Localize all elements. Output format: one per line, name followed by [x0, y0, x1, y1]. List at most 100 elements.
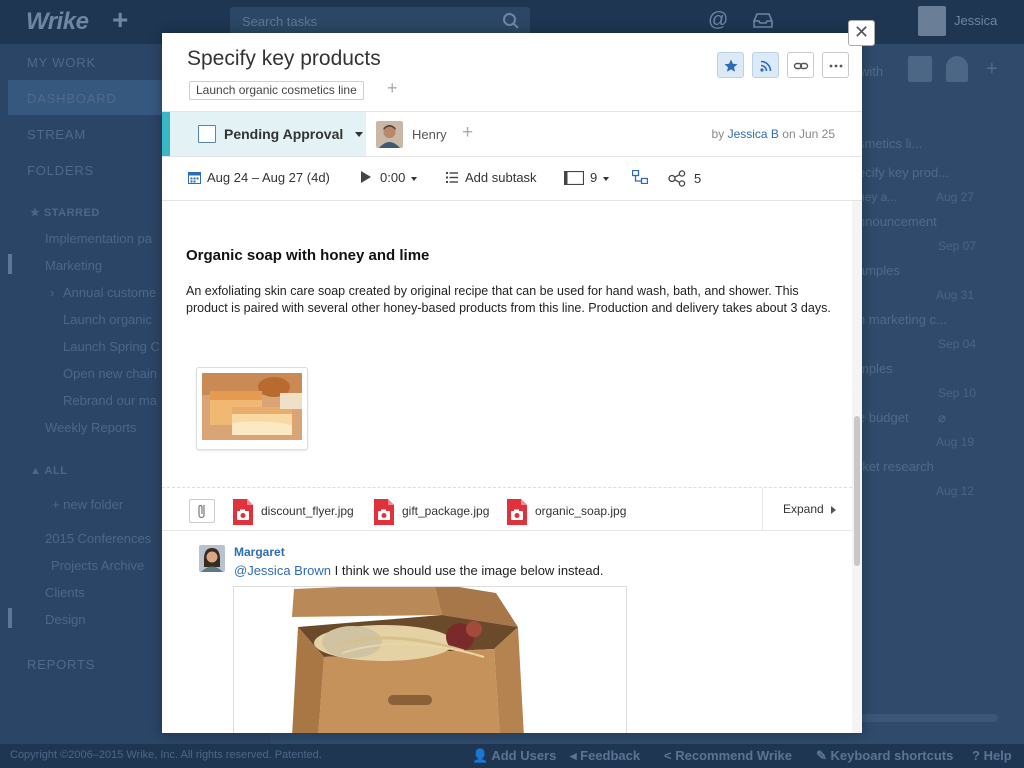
share-label: with: [860, 64, 884, 79]
sidebar-folder[interactable]: Launch Spring C: [63, 339, 160, 354]
task-title[interactable]: nnouncement: [858, 214, 937, 229]
task-title[interactable]: ney a...: [858, 190, 897, 204]
star-button[interactable]: [717, 52, 744, 78]
sidebar-folder[interactable]: Annual custome: [63, 285, 156, 300]
new-folder-button[interactable]: + new folder: [52, 497, 123, 512]
commenter-avatar[interactable]: [199, 545, 225, 572]
sidebar-item-my-work[interactable]: MY WORK: [27, 55, 96, 70]
task-title[interactable]: rket research: [858, 459, 934, 474]
task-title[interactable]: mples: [858, 361, 893, 376]
image-file-icon: [374, 499, 394, 525]
shared-user-avatar[interactable]: [946, 56, 968, 82]
folder-marker: [8, 254, 12, 274]
add-folder-button[interactable]: +: [387, 78, 398, 99]
share-icon: <: [664, 748, 676, 763]
expand-attachments-button[interactable]: Expand: [762, 488, 852, 531]
scrollbar-thumb[interactable]: [854, 416, 860, 566]
chevron-down-icon: [355, 132, 363, 137]
task-title[interactable]: n marketing c...: [858, 312, 947, 327]
sidebar-folder[interactable]: 2015 Conferences: [45, 531, 151, 546]
more-actions-button[interactable]: [822, 52, 849, 78]
feedback-link[interactable]: ◂ Feedback: [570, 748, 640, 764]
sidebar-folder[interactable]: Design: [45, 612, 85, 627]
mention-link[interactable]: @Jessica Brown: [234, 563, 331, 578]
chevron-down-icon: [603, 176, 610, 181]
subtasks-dropdown[interactable]: 9: [563, 170, 610, 186]
help-link[interactable]: ? Help: [972, 748, 1012, 763]
add-subtask-button[interactable]: Add subtask: [446, 170, 537, 185]
sidebar-item-stream[interactable]: STREAM: [27, 127, 86, 142]
shared-user-avatar[interactable]: [908, 56, 932, 82]
task-date: Sep 04: [938, 337, 977, 351]
sidebar-folder[interactable]: Clients: [45, 585, 85, 600]
dependencies-button[interactable]: [631, 169, 649, 185]
sidebar-folder[interactable]: Launch organic: [63, 312, 152, 327]
copyright-text: Copyright ©2006–2015 Wrike, Inc. All rig…: [10, 749, 322, 761]
folder-tag[interactable]: Launch organic cosmetics line: [189, 81, 364, 100]
all-header[interactable]: ▲ ALL: [30, 465, 67, 477]
task-title[interactable]: ecify key prod...: [858, 165, 949, 180]
wrike-logo[interactable]: Wrike: [26, 8, 89, 36]
dates-picker[interactable]: Aug 24 – Aug 27 (4d): [188, 170, 330, 185]
sidebar-folder[interactable]: Open new chain: [63, 366, 157, 381]
task-title[interactable]: e budget: [858, 410, 909, 425]
copy-link-button[interactable]: [787, 52, 814, 78]
comment-author[interactable]: Margaret: [234, 545, 285, 559]
user-avatar[interactable]: [918, 6, 946, 36]
status-dropdown[interactable]: Pending Approval: [162, 112, 366, 156]
status-checkbox[interactable]: [198, 125, 216, 143]
expand-arrow-icon[interactable]: ›: [50, 285, 54, 300]
comment-image[interactable]: [233, 586, 627, 733]
starred-header[interactable]: ★ STARRED: [30, 206, 100, 219]
soap-photo: [202, 373, 302, 440]
time-tracker[interactable]: 0:00: [361, 170, 418, 185]
sidebar-folder[interactable]: Projects Archive: [51, 558, 144, 573]
sidebar-item-dashboard[interactable]: DASHBOARD: [27, 91, 117, 106]
add-assignee-button[interactable]: +: [462, 122, 473, 144]
task-description[interactable]: Organic soap with honey and lime An exfo…: [162, 201, 852, 519]
task-title[interactable]: amples: [858, 263, 900, 278]
sidebar-item-reports[interactable]: REPORTS: [27, 657, 95, 672]
user-name[interactable]: Jessica: [954, 13, 997, 28]
keyboard-shortcuts-link[interactable]: ✎ Keyboard shortcuts: [816, 748, 953, 764]
assignee-avatar[interactable]: [376, 121, 403, 148]
more-icon: [829, 64, 843, 68]
chevron-right-icon: [831, 506, 836, 514]
search-placeholder: Search tasks: [242, 14, 318, 29]
task-toolbar: Aug 24 – Aug 27 (4d) 0:00 Add subtask 9 …: [162, 157, 862, 201]
status-label: Pending Approval: [224, 126, 344, 142]
keyboard-icon: ✎: [816, 748, 831, 763]
create-new-button[interactable]: +: [112, 4, 128, 36]
task-author-info: by Jessica B on Jun 25: [711, 127, 835, 141]
task-date: Aug 12: [936, 484, 975, 498]
sidebar-folder[interactable]: Rebrand our ma: [63, 393, 157, 408]
sidebar-folder[interactable]: Weekly Reports: [45, 420, 137, 435]
followers-button[interactable]: 5: [668, 170, 701, 187]
sidebar-item-folders[interactable]: FOLDERS: [27, 163, 94, 178]
attach-file-button[interactable]: [189, 499, 215, 523]
description-image[interactable]: [196, 367, 308, 450]
task-title[interactable]: Specify key products: [187, 47, 381, 71]
sidebar-folder[interactable]: Implementation pa: [45, 231, 152, 246]
collapse-arrow-icon: ▲: [30, 465, 45, 477]
comment-text: @Jessica Brown I think we should use the…: [234, 563, 604, 578]
add-user-icon[interactable]: +: [986, 58, 998, 81]
recommend-link[interactable]: < Recommend Wrike: [664, 748, 792, 763]
sidebar-folder[interactable]: Marketing: [45, 258, 102, 273]
attachment-name: discount_flyer.jpg: [261, 504, 354, 518]
task-list-panel: with + smetics li... ecify key prod... A…: [850, 44, 1024, 744]
assignee-name[interactable]: Henry: [412, 127, 447, 142]
task-date: Aug 31: [936, 288, 975, 302]
comment-item: Margaret @Jessica Brown I think we shoul…: [162, 533, 852, 733]
close-modal-button[interactable]: ✕: [848, 20, 875, 46]
horizontal-scrollbar[interactable]: [850, 714, 998, 722]
task-title[interactable]: smetics li...: [858, 136, 922, 151]
search-icon[interactable]: [502, 12, 520, 30]
follow-button[interactable]: [752, 52, 779, 78]
author-link[interactable]: Jessica B: [728, 127, 779, 141]
mentions-icon[interactable]: @: [708, 9, 728, 32]
attachment-name: gift_package.jpg: [402, 504, 490, 518]
add-users-link[interactable]: 👤 Add Users: [472, 748, 556, 764]
close-icon: ✕: [853, 22, 870, 42]
inbox-icon[interactable]: [752, 11, 774, 29]
